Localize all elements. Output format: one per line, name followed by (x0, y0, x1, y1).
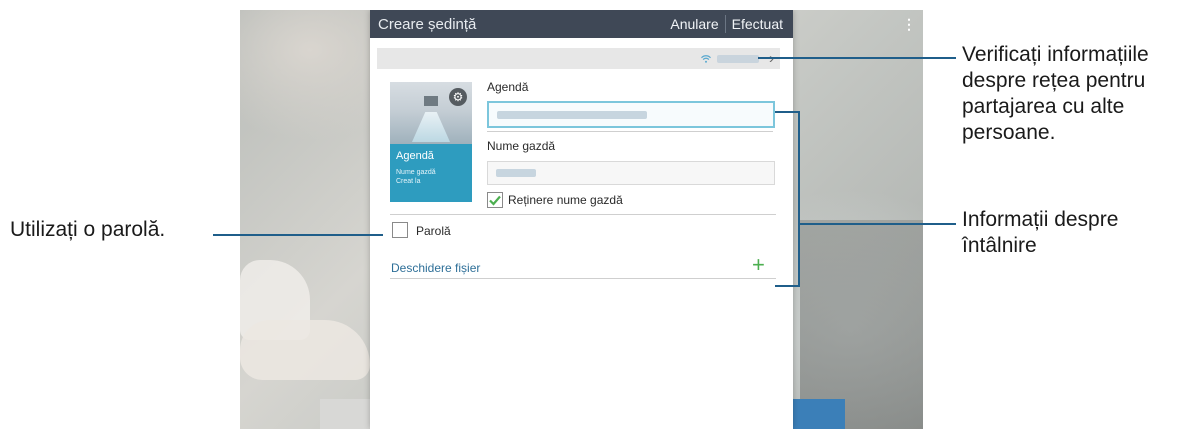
action-bar: Creare ședință Anulare Efectuat (370, 10, 793, 38)
meeting-callout-line (798, 223, 956, 225)
password-label: Parolă (416, 224, 451, 238)
meeting-bracket-vertical (798, 111, 800, 287)
plus-icon[interactable]: + (752, 254, 765, 276)
device-screen: ⋮ Creare ședință Anulare Efectuat › ⚙ (240, 10, 923, 429)
network-info-callout: Verificați informațiile despre rețea pen… (962, 42, 1149, 146)
background-photo-detail (240, 320, 370, 380)
callout-line: partajarea cu alte (962, 95, 1125, 118)
background-button-right (793, 399, 845, 429)
check-icon (487, 192, 503, 208)
thumbnail-created: Creat la (396, 178, 421, 185)
background-photo-detail (800, 220, 923, 429)
password-callout-line (213, 234, 383, 236)
host-name-input[interactable] (487, 161, 775, 185)
thumbnail-title: Agendă (396, 150, 434, 162)
meeting-bracket-bottom (775, 285, 800, 287)
dialog-title: Creare ședință (378, 15, 477, 33)
cancel-button[interactable]: Anulare (664, 16, 724, 32)
thumbnail-host: Nume gazdă (396, 169, 436, 176)
password-callout: Utilizați o parolă. (10, 217, 165, 243)
callout-line: despre rețea pentru (962, 69, 1146, 92)
action-buttons: Anulare Efectuat (664, 10, 789, 38)
open-file-divider (390, 278, 776, 279)
agenda-label: Agendă (487, 80, 529, 94)
network-callout-line (758, 57, 956, 59)
agenda-value-redacted (497, 110, 647, 119)
host-name-value-redacted (496, 169, 536, 177)
section-divider (390, 214, 776, 215)
done-button[interactable]: Efectuat (726, 16, 789, 32)
meeting-thumbnail[interactable]: ⚙ Agendă Nume gazdă Creat la (390, 82, 472, 202)
remember-host-checkbox[interactable] (487, 192, 503, 208)
callout-line: Utilizați o parolă. (10, 218, 166, 241)
password-checkbox[interactable] (392, 222, 408, 238)
gear-icon[interactable]: ⚙ (449, 88, 467, 106)
meeting-info-callout: Informații despre întâlnire (962, 207, 1118, 259)
meeting-bracket-top (775, 111, 800, 113)
host-name-label: Nume gazdă (487, 139, 556, 153)
wifi-icon (701, 54, 711, 63)
open-file-link[interactable]: Deschidere fișier (391, 261, 480, 275)
overflow-menu-icon[interactable]: ⋮ (895, 10, 923, 38)
network-name-redacted (717, 54, 759, 63)
callout-line: Verificați informațiile (962, 43, 1149, 66)
field-divider (487, 131, 773, 132)
callout-line: întâlnire (962, 234, 1037, 257)
agenda-input[interactable] (487, 101, 775, 128)
create-meeting-dialog: Creare ședință Anulare Efectuat › ⚙ Agen… (370, 10, 793, 429)
meeting-room-screen (424, 96, 438, 106)
remember-host-label: Reținere nume gazdă (508, 193, 623, 207)
callout-line: persoane. (962, 121, 1056, 144)
network-info-row[interactable]: › (377, 48, 780, 69)
callout-line: Informații despre (962, 208, 1119, 231)
